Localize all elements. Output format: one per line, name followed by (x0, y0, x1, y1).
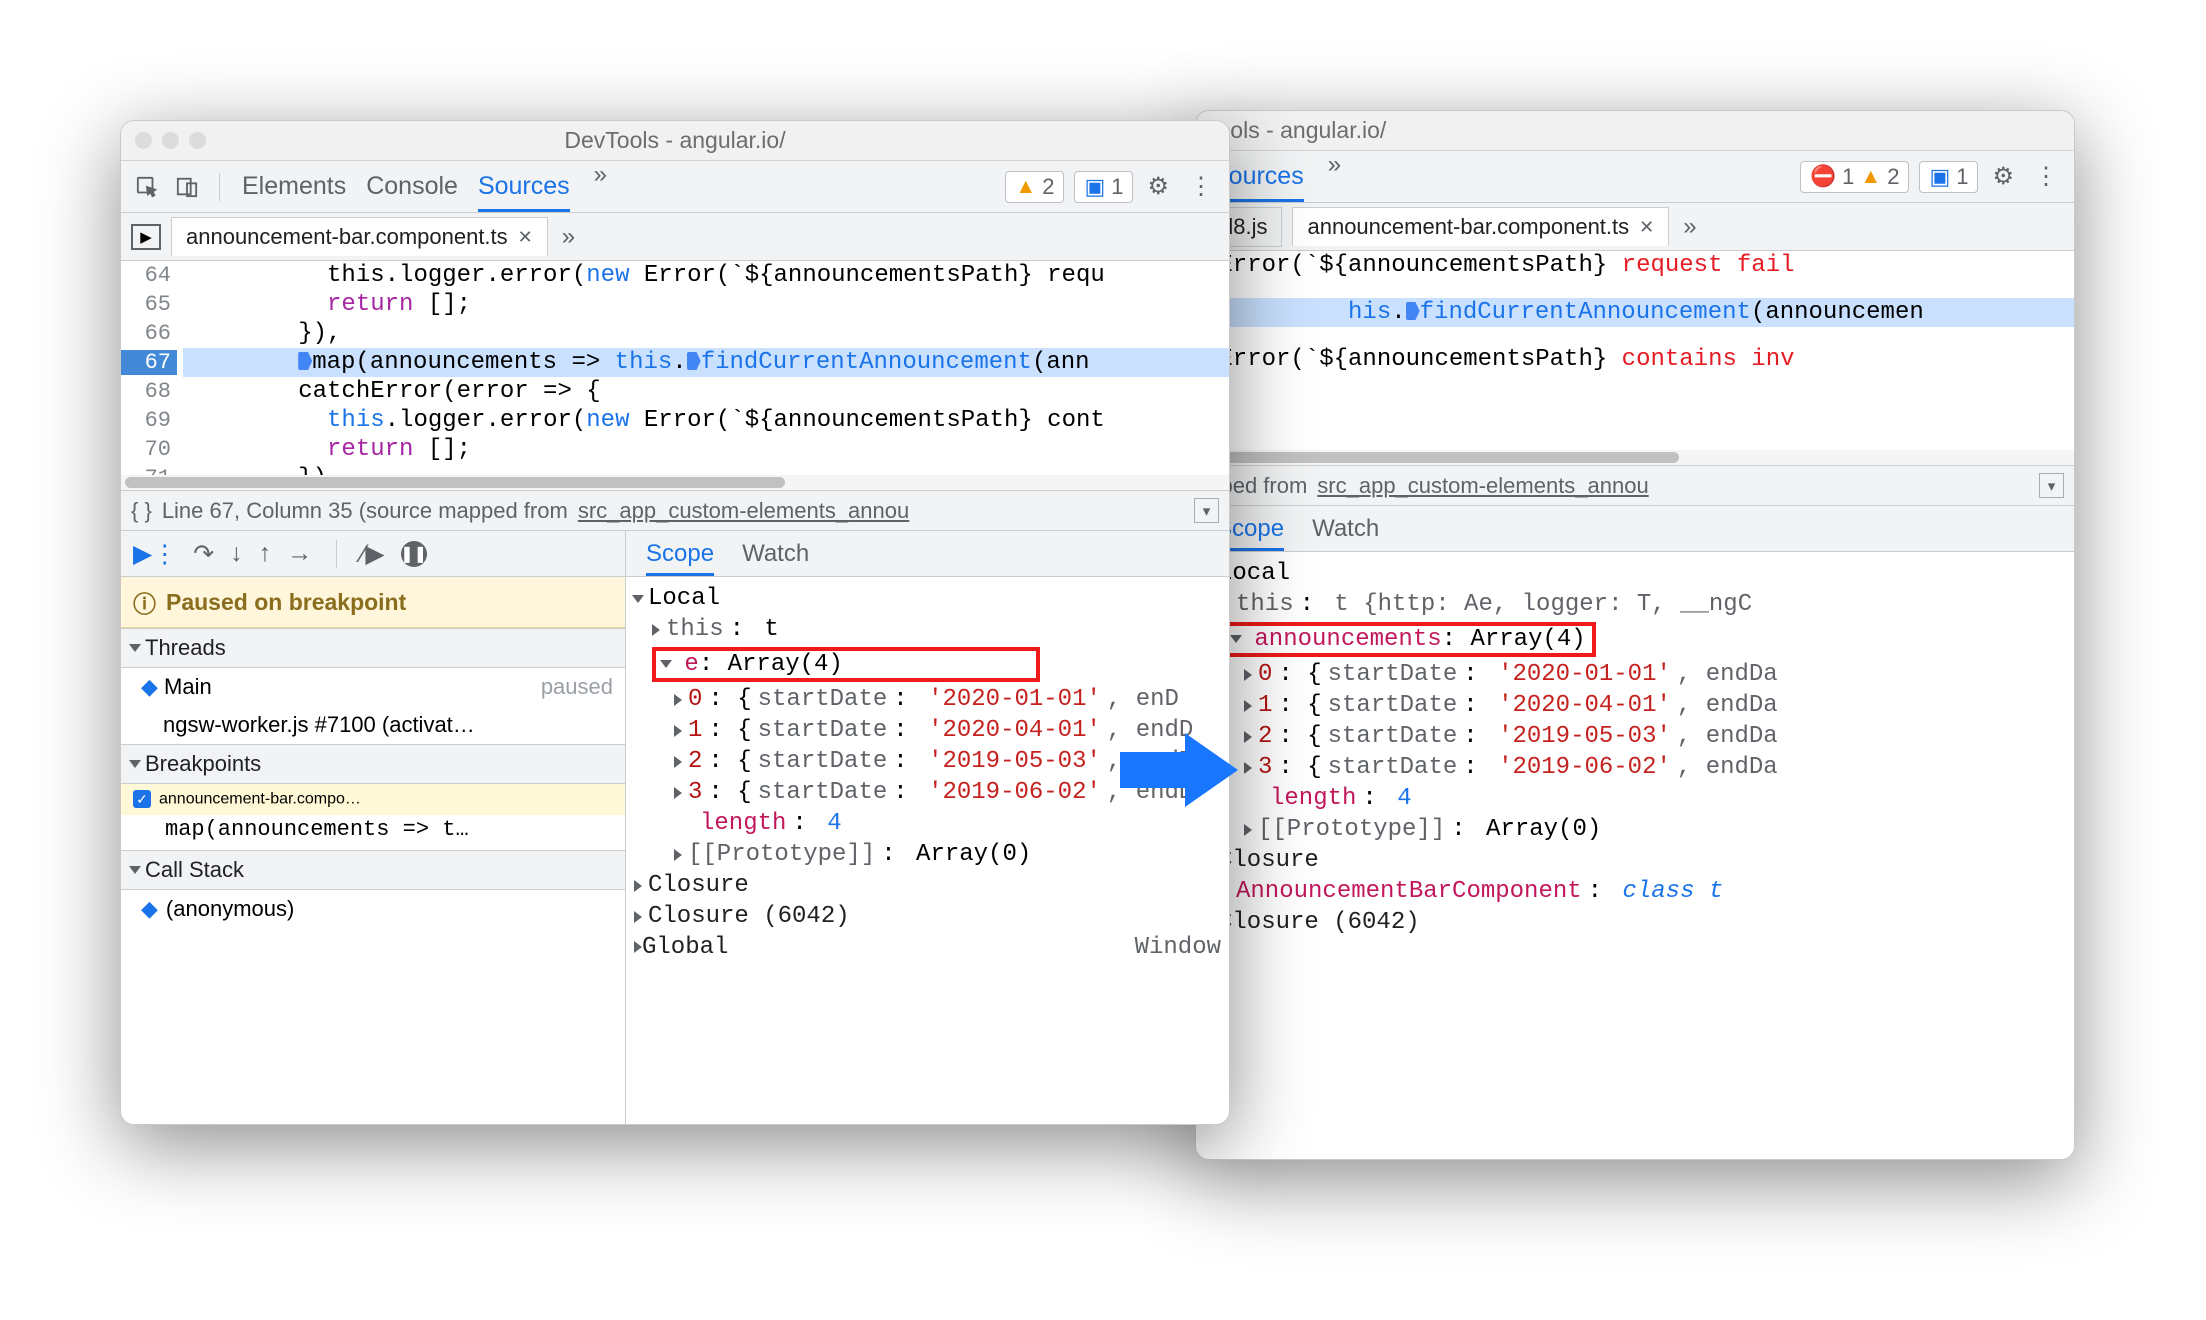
issues-badge[interactable]: ⛔1 ▲2 (1800, 161, 1909, 193)
messages-badge[interactable]: ▣1 (1919, 161, 1978, 193)
main-toolbar: Sources » ⛔1 ▲2 ▣1 ⚙ ⋮ (1196, 151, 2074, 203)
callstack-section[interactable]: Call Stack (121, 850, 625, 890)
debugger-sidebar: ▶⋮ ↷ ↓ ↑ → ⁄▶ ❚❚ ⓘ Paused on breakpoint … (121, 531, 626, 1125)
debugger-toolbar: ▶⋮ ↷ ↓ ↑ → ⁄▶ ❚❚ (121, 531, 625, 577)
message-icon: ▣ (1084, 174, 1105, 200)
sourcemap-link[interactable]: src_app_custom-elements_annou (578, 498, 909, 524)
breakpoint-marker-icon (687, 352, 701, 370)
scope-tab[interactable]: Scope (646, 531, 714, 576)
close-icon[interactable]: ✕ (1639, 217, 1654, 238)
scope-tree[interactable]: Local this: t {http: Ae, logger: T, __ng… (1196, 552, 2074, 944)
step-out-icon[interactable]: ↑ (259, 539, 272, 568)
code-line: 65 return []; (183, 290, 1229, 319)
code-line: 69 this.logger.error(new Error(`${announ… (183, 406, 1229, 435)
info-icon: ⓘ (133, 585, 156, 619)
horizontal-scrollbar[interactable] (1196, 450, 2074, 465)
threads-section[interactable]: Threads (121, 628, 625, 668)
breakpoint-code: map(announcements => t… (121, 815, 625, 850)
callstack-frame[interactable]: (anonymous) (121, 890, 625, 928)
pause-on-exceptions-icon[interactable]: ❚❚ (401, 541, 427, 567)
status-dropdown-icon[interactable]: ▾ (2039, 473, 2064, 498)
tab-sources[interactable]: Sources (478, 161, 570, 212)
more-tabs-chevron-icon[interactable]: » (590, 161, 611, 212)
editor-status-bar: { } Line 67, Column 35 (source mapped fr… (121, 491, 1229, 531)
execution-pointer-icon (1406, 302, 1420, 320)
code-editor[interactable]: Error(`${announcementsPath} request fail… (1196, 251, 2074, 466)
breakpoint-row[interactable]: ✓announcement-bar.compo… (121, 784, 625, 815)
pretty-print-icon[interactable]: { } (131, 498, 152, 524)
scope-watch-tabs: Scope Watch (1196, 506, 2074, 552)
step-over-icon[interactable]: ↷ (193, 539, 214, 569)
code-line: 66 }), (183, 319, 1229, 348)
step-icon[interactable]: → (287, 539, 312, 568)
settings-gear-icon[interactable]: ⚙ (1141, 172, 1175, 201)
code-line: 64 this.logger.error(new Error(`${announ… (183, 261, 1229, 290)
thread-row[interactable]: ngsw-worker.js #7100 (activat… (121, 706, 625, 744)
code-line: 70 return []; (183, 435, 1229, 464)
more-files-chevron-icon[interactable]: » (1679, 213, 1700, 241)
editor-status-bar: apped from src_app_custom-elements_annou… (1196, 466, 2074, 506)
close-icon[interactable]: ✕ (518, 227, 533, 248)
scope-watch-tabs: Scope Watch (626, 531, 1229, 577)
status-dropdown-icon[interactable]: ▾ (1194, 498, 1219, 523)
messages-badge[interactable]: ▣1 (1074, 171, 1133, 203)
message-icon: ▣ (1929, 164, 1950, 190)
watch-tab[interactable]: Watch (1312, 506, 1379, 551)
warning-icon: ▲ (1015, 175, 1036, 199)
inspect-element-icon[interactable] (131, 171, 163, 203)
error-icon: ⛔ (1810, 165, 1836, 189)
file-tab-bar: d8.js announcement-bar.component.ts ✕ » (1196, 203, 2074, 251)
tab-elements[interactable]: Elements (242, 161, 346, 212)
code-line: 68 catchError(error => { (183, 377, 1229, 406)
execution-pointer-icon (298, 352, 312, 370)
breakpoints-section[interactable]: Breakpoints (121, 744, 625, 784)
warning-icon: ▲ (1860, 165, 1881, 189)
file-tab-active[interactable]: announcement-bar.component.ts ✕ (1292, 207, 1669, 246)
devtools-window-left: DevTools - angular.io/ Elements Console … (120, 120, 1230, 1125)
deactivate-breakpoints-icon[interactable]: ⁄▶ (361, 539, 384, 569)
execution-line: 67 map(announcements => this.findCurrent… (183, 348, 1229, 377)
comparison-arrow-icon (1120, 730, 1240, 810)
sourcemap-link[interactable]: src_app_custom-elements_annou (1317, 473, 1648, 499)
warnings-badge[interactable]: ▲2 (1005, 171, 1064, 203)
watch-tab[interactable]: Watch (742, 531, 809, 576)
main-toolbar: Elements Console Sources » ▲2 ▣1 ⚙ ⋮ (121, 161, 1229, 213)
code-editor[interactable]: 64 this.logger.error(new Error(`${announ… (121, 261, 1229, 491)
kebab-menu-icon[interactable]: ⋮ (1183, 172, 1219, 201)
window-title: Tools - angular.io/ (1196, 117, 2074, 144)
tab-console[interactable]: Console (366, 161, 458, 212)
thread-row[interactable]: ◆ Mainpaused (121, 668, 625, 706)
titlebar: DevTools - angular.io/ (121, 121, 1229, 161)
window-title: DevTools - angular.io/ (121, 127, 1229, 154)
paused-banner: ⓘ Paused on breakpoint (121, 577, 625, 628)
step-into-icon[interactable]: ↓ (230, 539, 243, 568)
file-tab-active[interactable]: announcement-bar.component.ts ✕ (171, 217, 548, 256)
titlebar: Tools - angular.io/ (1196, 111, 2074, 151)
navigator-toggle-icon[interactable]: ▶ (131, 224, 161, 250)
resume-icon[interactable]: ▶⋮ (133, 539, 177, 569)
highlighted-variable: announcements: Array(4) (1222, 622, 1596, 657)
file-tab-bar: ▶ announcement-bar.component.ts ✕ » (121, 213, 1229, 261)
device-toggle-icon[interactable] (171, 171, 203, 203)
settings-gear-icon[interactable]: ⚙ (1986, 162, 2020, 191)
execution-line: his.findCurrentAnnouncement(announcemen (1204, 298, 2074, 327)
more-tabs-chevron-icon[interactable]: » (1324, 151, 1345, 202)
devtools-window-right: Tools - angular.io/ Sources » ⛔1 ▲2 ▣1 ⚙… (1195, 110, 2075, 1160)
checkbox-checked-icon[interactable]: ✓ (133, 790, 151, 808)
horizontal-scrollbar[interactable] (121, 475, 1229, 490)
more-files-chevron-icon[interactable]: » (558, 223, 579, 251)
kebab-menu-icon[interactable]: ⋮ (2028, 162, 2064, 191)
highlighted-variable: e: Array(4) (652, 647, 1040, 682)
